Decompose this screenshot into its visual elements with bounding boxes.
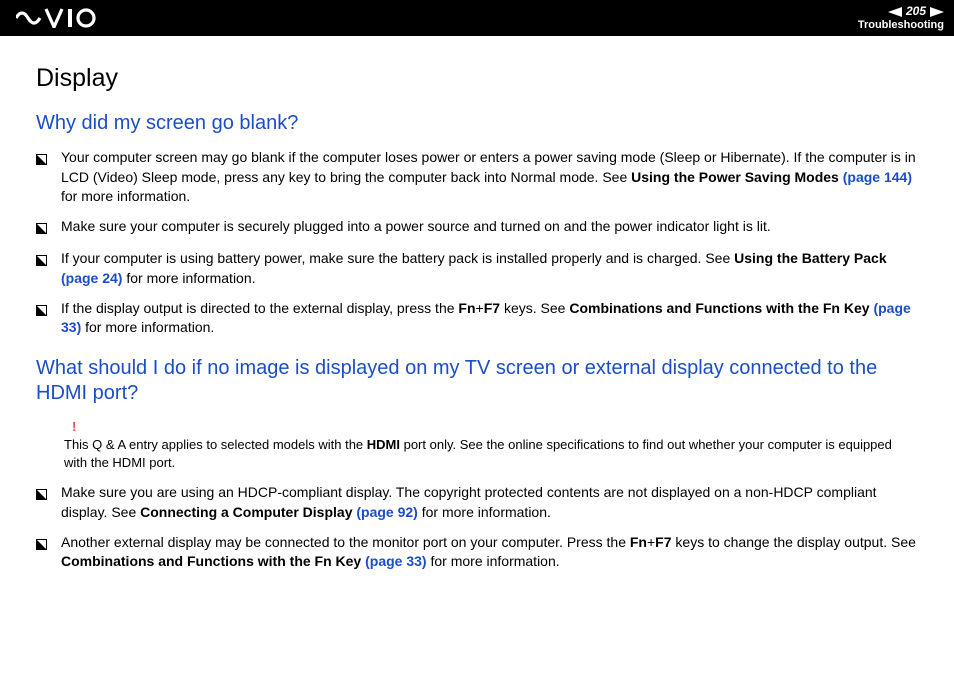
list-item-text: If the display output is directed to the… bbox=[61, 299, 918, 338]
page-link[interactable]: (page 24) bbox=[61, 270, 122, 286]
page-link[interactable]: (page 144) bbox=[839, 169, 912, 185]
list-item: If the display output is directed to the… bbox=[36, 299, 918, 338]
bullet-icon bbox=[36, 220, 47, 240]
question-heading: Why did my screen go blank? bbox=[36, 111, 918, 136]
list-item: Make sure your computer is securely plug… bbox=[36, 217, 918, 240]
page-link[interactable]: (page 92) bbox=[352, 504, 417, 520]
list-item-text: If your computer is using battery power,… bbox=[61, 249, 918, 288]
bullet-icon bbox=[36, 486, 47, 506]
list-item: If your computer is using battery power,… bbox=[36, 249, 918, 288]
list-item: Another external display may be connecte… bbox=[36, 533, 918, 572]
list-item: Your computer screen may go blank if the… bbox=[36, 148, 918, 207]
list-item: Make sure you are using an HDCP-complian… bbox=[36, 483, 918, 522]
question-heading: What should I do if no image is displaye… bbox=[36, 356, 918, 406]
page-link[interactable]: (page 33) bbox=[361, 553, 426, 569]
list-item-text: Make sure you are using an HDCP-complian… bbox=[61, 483, 918, 522]
warning-icon: ! bbox=[72, 418, 918, 436]
list-item-text: Make sure your computer is securely plug… bbox=[61, 217, 918, 237]
bullet-icon bbox=[36, 252, 47, 272]
note-text: This Q & A entry applies to selected mod… bbox=[64, 437, 892, 470]
list-item-text: Another external display may be connecte… bbox=[61, 533, 918, 572]
next-page-arrow-icon[interactable] bbox=[930, 7, 944, 17]
page-header: 205 Troubleshooting bbox=[0, 0, 954, 36]
page-content: Display Why did my screen go blank? Your… bbox=[0, 36, 954, 602]
answer-list: Your computer screen may go blank if the… bbox=[36, 148, 918, 338]
bullet-icon bbox=[36, 302, 47, 322]
prev-page-arrow-icon[interactable] bbox=[888, 7, 902, 17]
answer-list: Make sure you are using an HDCP-complian… bbox=[36, 483, 918, 571]
page-title: Display bbox=[36, 64, 918, 93]
note-block: ! This Q & A entry applies to selected m… bbox=[64, 418, 918, 472]
vaio-logo bbox=[16, 8, 108, 28]
page-nav: 205 bbox=[858, 5, 944, 18]
header-right: 205 Troubleshooting bbox=[858, 5, 944, 30]
section-label: Troubleshooting bbox=[858, 19, 944, 31]
list-item-text: Your computer screen may go blank if the… bbox=[61, 148, 918, 207]
page-number: 205 bbox=[906, 5, 926, 18]
bullet-icon bbox=[36, 151, 47, 171]
bullet-icon bbox=[36, 536, 47, 556]
